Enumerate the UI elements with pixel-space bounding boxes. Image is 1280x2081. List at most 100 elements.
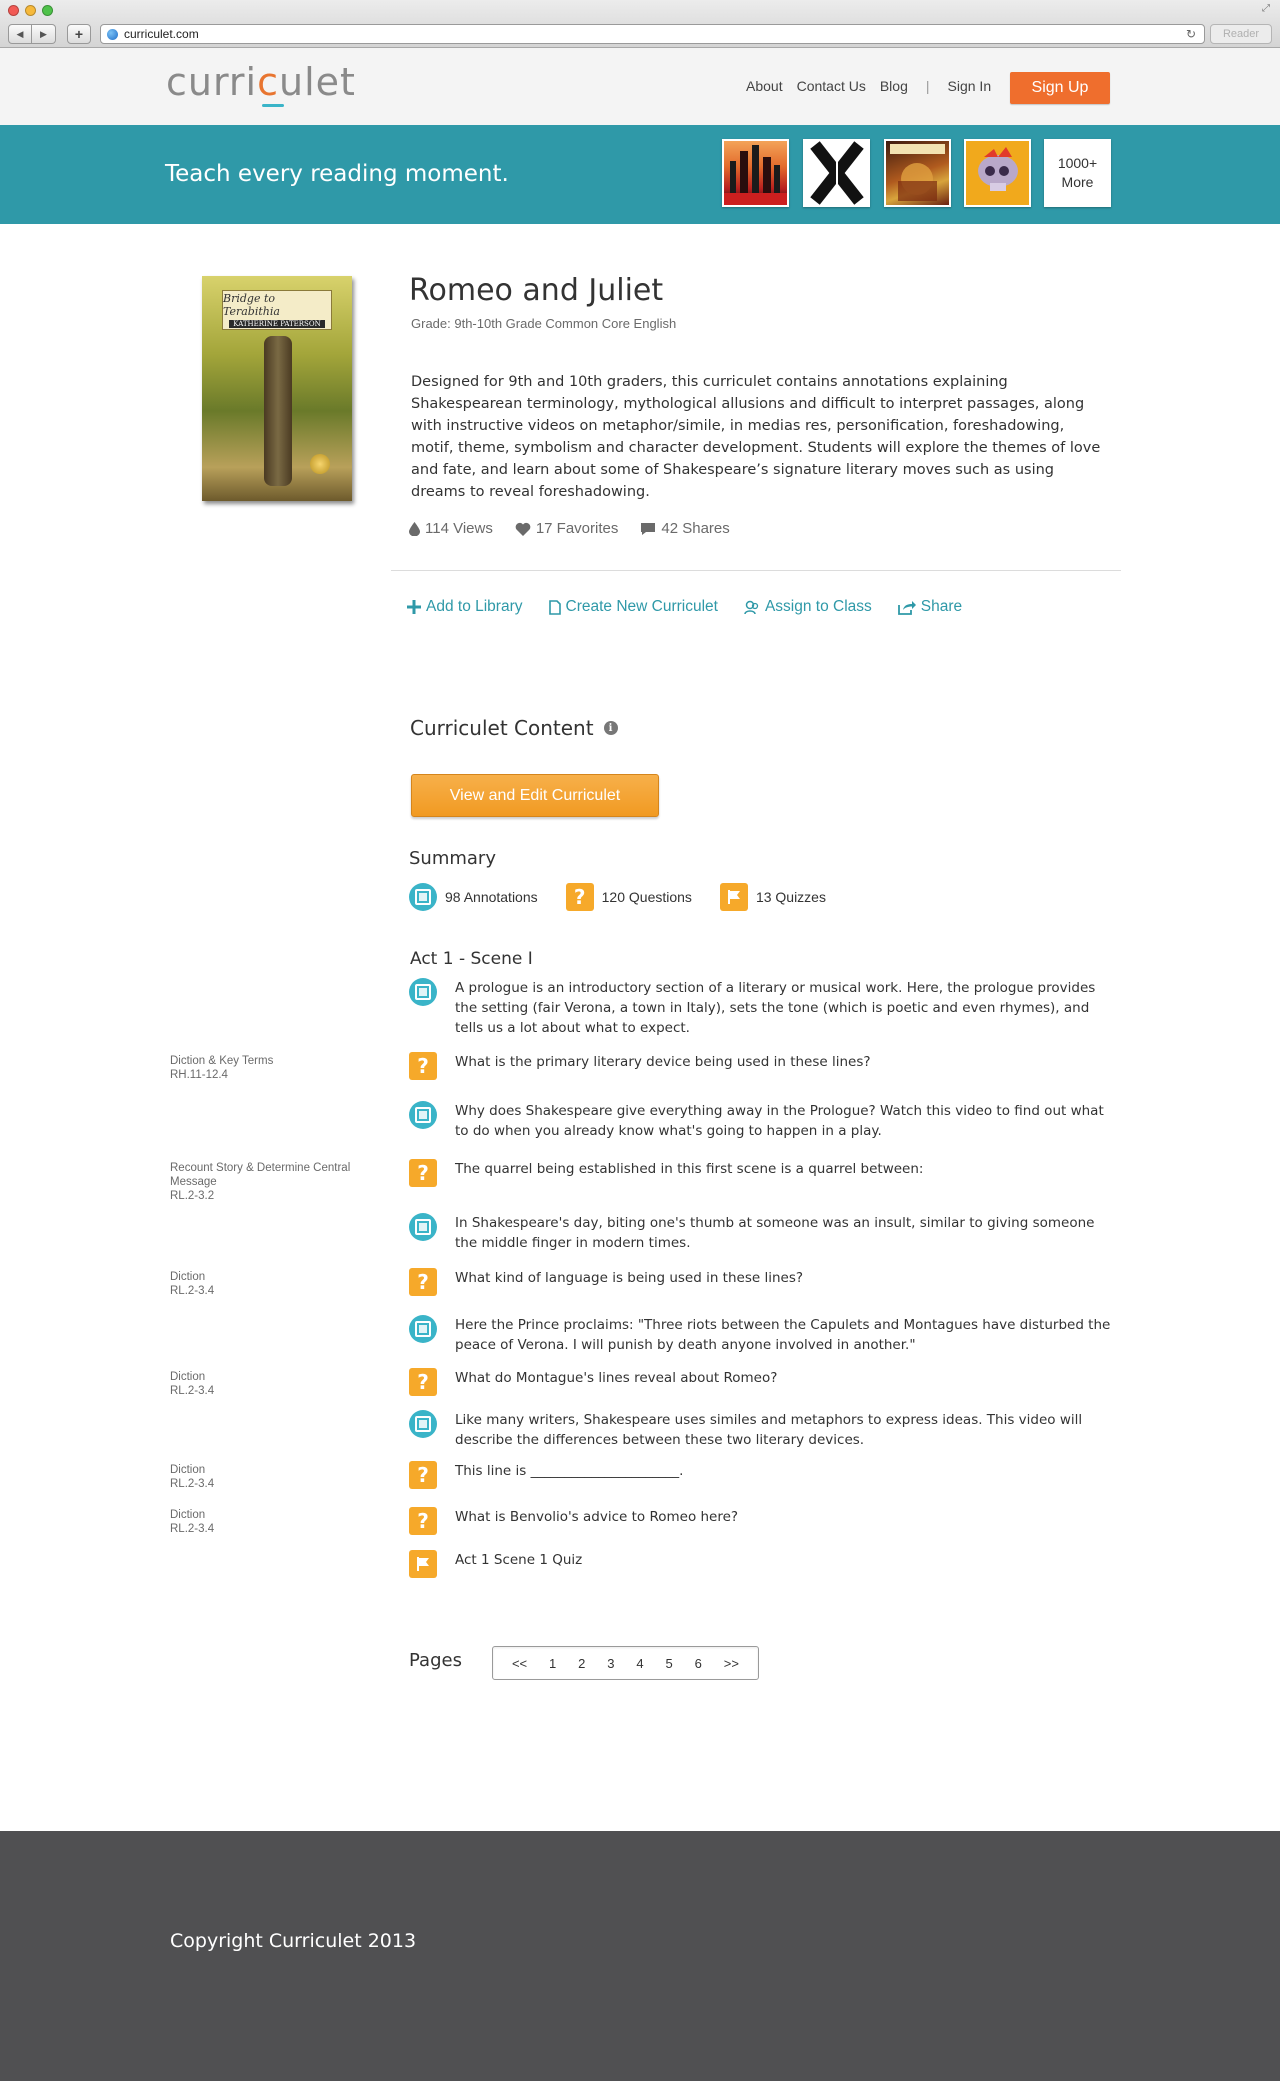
- share-icon: [897, 600, 916, 615]
- browser-chrome: ⤢ ◀ ▶ + curriculet.com ↻ Reader: [0, 0, 1280, 48]
- history-buttons: ◀ ▶: [8, 24, 56, 44]
- standard-label: Diction RL.2-3.4: [170, 1509, 215, 1535]
- zoom-window-button[interactable]: [42, 5, 53, 16]
- list-item[interactable]: ? What is Benvolio's advice to Romeo her…: [409, 1507, 1115, 1535]
- question-icon: ?: [409, 1268, 437, 1296]
- pagination: << 1 2 3 4 5 6 >>: [492, 1646, 759, 1680]
- site-footer: Copyright Curriculet 2013: [0, 1831, 1280, 2081]
- view-edit-curriculet-button[interactable]: View and Edit Curriculet: [411, 774, 659, 817]
- annotation-icon: [409, 883, 437, 911]
- add-to-library-link[interactable]: Add to Library: [407, 598, 523, 616]
- cover-tree-art: [264, 336, 292, 486]
- plus-icon: [407, 600, 421, 614]
- annotation-icon: [409, 1213, 437, 1241]
- page-link-2[interactable]: 2: [578, 1656, 585, 1671]
- sign-up-button[interactable]: Sign Up: [1010, 72, 1110, 104]
- featured-book-thumbnail-4[interactable]: [964, 139, 1031, 207]
- nav-blog[interactable]: Blog: [880, 78, 908, 94]
- site-header: curriculet About Contact Us Blog | Sign …: [0, 48, 1280, 125]
- list-item[interactable]: ? What do Montague's lines reveal about …: [409, 1368, 1115, 1396]
- question-icon: ?: [565, 883, 594, 911]
- next-page-link[interactable]: >>: [724, 1656, 739, 1671]
- book-description: Designed for 9th and 10th graders, this …: [411, 374, 1101, 500]
- page-link-5[interactable]: 5: [666, 1656, 673, 1671]
- content-heading: Curriculet Content i: [410, 716, 618, 740]
- url-text: curriculet.com: [124, 27, 199, 41]
- more-books-tile[interactable]: 1000+ More: [1044, 139, 1111, 207]
- list-item[interactable]: Here the Prince proclaims: "Three riots …: [409, 1315, 1115, 1355]
- nav-contact-us[interactable]: Contact Us: [797, 78, 866, 94]
- flag-icon: [719, 883, 748, 911]
- featured-book-thumbnail-2[interactable]: [803, 139, 870, 207]
- standard-label: Diction RL.2-3.4: [170, 1464, 215, 1490]
- list-item[interactable]: In Shakespeare's day, biting one's thumb…: [409, 1213, 1115, 1253]
- views-drop-icon: [409, 521, 420, 536]
- new-tab-button[interactable]: +: [67, 24, 91, 44]
- section-divider: [391, 570, 1121, 571]
- nav-separator: |: [925, 78, 930, 94]
- page-link-6[interactable]: 6: [695, 1656, 702, 1671]
- page-link-4[interactable]: 4: [636, 1656, 643, 1671]
- favorites-stat[interactable]: 17 Favorites: [515, 520, 618, 537]
- list-item[interactable]: ? What kind of language is being used in…: [409, 1268, 1115, 1296]
- address-bar[interactable]: curriculet.com ↻: [100, 24, 1205, 44]
- book-cover: Bridge to Terabithia KATHERINE PATERSON: [202, 276, 352, 501]
- question-text: What kind of language is being used in t…: [455, 1270, 804, 1286]
- questions-count: ? 120 Questions: [565, 883, 692, 911]
- question-icon: ?: [409, 1368, 437, 1396]
- close-window-button[interactable]: [8, 5, 19, 16]
- globe-icon: [107, 28, 118, 40]
- annotation-text: Here the Prince proclaims: "Three riots …: [455, 1317, 1111, 1353]
- book-actions: Add to Library Create New Curriculet Ass…: [407, 598, 988, 616]
- page-link-3[interactable]: 3: [607, 1656, 614, 1671]
- standard-label: Diction RL.2-3.4: [170, 1371, 215, 1397]
- heart-icon: [515, 522, 531, 536]
- pages-label: Pages: [409, 1650, 462, 1671]
- create-curriculet-link[interactable]: Create New Curriculet: [548, 598, 718, 616]
- annotation-text: A prologue is an introductory section of…: [455, 980, 1096, 1036]
- fullscreen-icon[interactable]: ⤢: [1262, 4, 1272, 14]
- views-stat: 114 Views: [409, 520, 493, 537]
- annotation-icon: [409, 1410, 437, 1438]
- cover-author: KATHERINE PATERSON: [229, 320, 325, 328]
- shares-stat: 42 Shares: [640, 520, 730, 537]
- standard-label: Diction & Key Terms RH.11-12.4: [170, 1055, 274, 1081]
- featured-book-thumbnail-3[interactable]: [884, 139, 951, 207]
- featured-book-thumbnail-1[interactable]: [722, 139, 789, 207]
- annotation-text: Like many writers, Shakespeare uses simi…: [455, 1412, 1083, 1448]
- info-icon[interactable]: i: [603, 721, 618, 735]
- list-item[interactable]: A prologue is an introductory section of…: [409, 978, 1115, 1038]
- list-item[interactable]: ? What is the primary literary device be…: [409, 1052, 1115, 1080]
- standard-label: Diction RL.2-3.4: [170, 1271, 215, 1297]
- prev-page-link[interactable]: <<: [512, 1656, 527, 1671]
- annotation-icon: [409, 978, 437, 1006]
- logo-accent-mark: [262, 104, 284, 107]
- minimize-window-button[interactable]: [25, 5, 36, 16]
- nav-about[interactable]: About: [746, 78, 783, 94]
- list-item[interactable]: ? The quarrel being established in this …: [409, 1159, 1115, 1187]
- summary-heading: Summary: [409, 848, 496, 869]
- list-item[interactable]: Like many writers, Shakespeare uses simi…: [409, 1410, 1115, 1450]
- list-item[interactable]: Act 1 Scene 1 Quiz: [409, 1550, 1115, 1578]
- share-link[interactable]: Share: [897, 598, 962, 616]
- question-text: What is the primary literary device bein…: [455, 1054, 871, 1070]
- document-icon: [548, 599, 561, 615]
- back-button[interactable]: ◀: [8, 24, 32, 44]
- list-item[interactable]: ? This line is ______________________.: [409, 1461, 1115, 1489]
- page-link-1[interactable]: 1: [549, 1656, 556, 1671]
- forward-button[interactable]: ▶: [32, 24, 56, 44]
- reload-icon[interactable]: ↻: [1186, 27, 1196, 41]
- annotation-icon: [409, 1315, 437, 1343]
- book-grade: Grade: 9th-10th Grade Common Core Englis…: [411, 316, 677, 331]
- question-text: This line is ______________________.: [455, 1463, 684, 1479]
- site-logo[interactable]: curriculet: [166, 60, 356, 104]
- question-icon: ?: [409, 1159, 437, 1187]
- reader-button[interactable]: Reader: [1210, 24, 1272, 44]
- act-heading: Act 1 - Scene I: [410, 949, 533, 969]
- flag-icon: [409, 1550, 437, 1578]
- hero-banner: Teach every reading moment. 1000+ More: [0, 125, 1280, 224]
- list-item[interactable]: Why does Shakespeare give everything awa…: [409, 1101, 1115, 1141]
- sign-in-link[interactable]: Sign In: [948, 78, 992, 94]
- question-icon: ?: [409, 1052, 437, 1080]
- assign-to-class-link[interactable]: Assign to Class: [744, 598, 872, 616]
